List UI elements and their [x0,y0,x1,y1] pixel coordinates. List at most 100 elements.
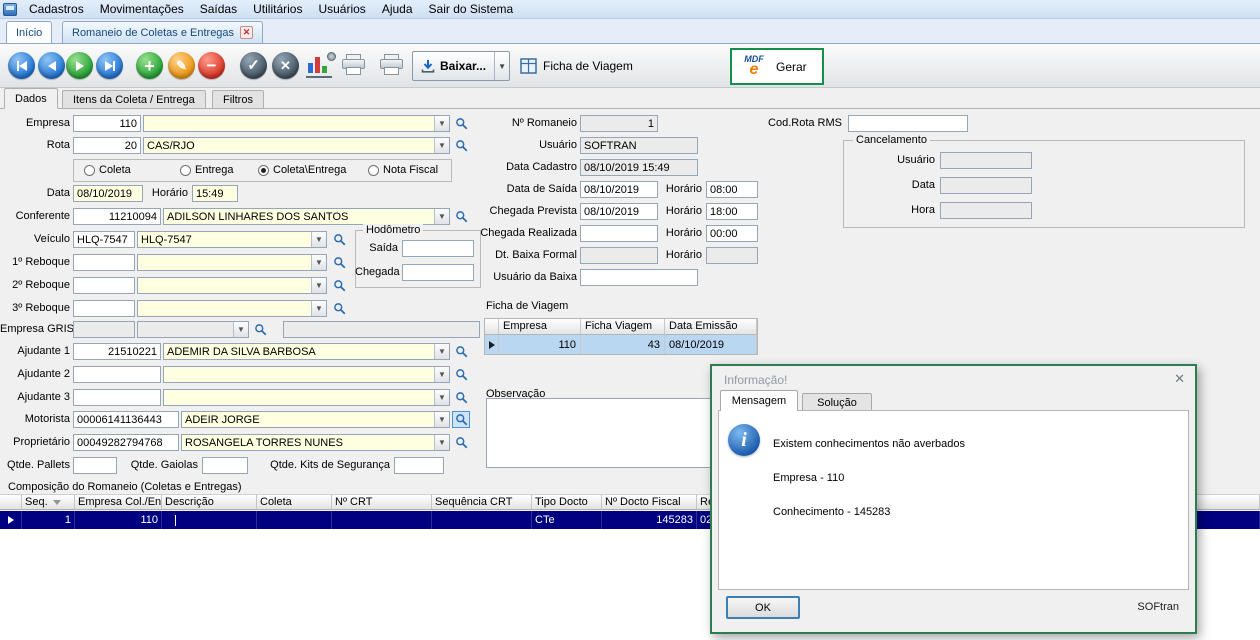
empresa-search-button[interactable] [452,115,470,132]
menu-movimentacoes[interactable]: Movimentações [92,0,192,18]
empresa-gris-code-field[interactable] [73,321,135,338]
menu-usuarios[interactable]: Usuários [310,0,373,18]
saida-horario-field[interactable]: 08:00 [706,181,758,198]
tab-dados[interactable]: Dados [4,88,58,109]
last-record-button[interactable] [96,52,123,79]
proprietario-search-button[interactable] [452,434,470,451]
menu-sair[interactable]: Sair do Sistema [421,0,522,18]
cancel-button[interactable]: ✕ [272,52,299,79]
reboque3-combo[interactable]: ▼ [137,300,327,317]
veiculo-combo[interactable]: HLQ-7547▼ [137,231,327,248]
data-field[interactable]: 08/10/2019 [73,185,143,202]
next-record-button[interactable] [66,52,93,79]
chevron-down-icon[interactable]: ▼ [434,344,449,359]
empresa-combo[interactable]: ▼ [143,115,450,132]
add-button[interactable]: + [136,52,163,79]
motorista-combo[interactable]: ADEIR JORGE▼ [181,411,450,428]
realizada-horario-field[interactable]: 00:00 [706,225,758,242]
ajudante2-search-button[interactable] [452,366,470,383]
empresa-code-field[interactable]: 110 [73,115,141,132]
chevron-down-icon[interactable]: ▼ [311,278,326,293]
chegada-realizada-field[interactable] [580,225,658,242]
menu-ajuda[interactable]: Ajuda [374,0,421,18]
ajudante1-combo[interactable]: ADEMIR DA SILVA BARBOSA▼ [163,343,450,360]
chevron-down-icon[interactable]: ▼ [311,232,326,247]
proprietario-code-field[interactable]: 00049282794768 [73,434,179,451]
chevron-down-icon[interactable]: ▼ [434,390,449,405]
reboque3-code-field[interactable] [73,300,135,317]
tab-filtros[interactable]: Filtros [212,90,264,109]
conferente-search-button[interactable] [452,208,470,225]
qtde-gaiolas-field[interactable] [202,457,248,474]
print-preview-button[interactable] [380,54,404,76]
tab-inicio[interactable]: Início [6,21,52,43]
tab-romaneio[interactable]: Romaneio de Coletas e Entregas ✕ [62,21,263,43]
data-saida-field[interactable]: 08/10/2019 [580,181,658,198]
chevron-down-icon[interactable]: ▼ [494,52,509,80]
veiculo-search-button[interactable] [330,231,348,248]
ajudante1-search-button[interactable] [452,343,470,360]
menu-utilitarios[interactable]: Utilitários [245,0,310,18]
menu-saidas[interactable]: Saídas [192,0,245,18]
qtde-pallets-field[interactable] [73,457,117,474]
ajudante3-combo[interactable]: ▼ [163,389,450,406]
hodometro-saida-field[interactable] [402,240,474,257]
ok-button[interactable]: OK [726,596,800,619]
ficha-viagem-row[interactable]: 110 43 08/10/2019 [485,335,757,354]
ficha-viagem-button[interactable]: Ficha de Viagem [514,53,639,79]
proprietario-combo[interactable]: ROSANGELA TORRES NUNES▼ [181,434,450,451]
delete-button[interactable]: − [198,52,225,79]
reboque3-search-button[interactable] [330,300,348,317]
chevron-down-icon[interactable]: ▼ [434,435,449,450]
radio-coleta-entrega[interactable]: Coleta\Entrega [258,164,346,176]
ficha-col-emissao[interactable]: Data Emissão [665,319,757,335]
first-record-button[interactable] [8,52,35,79]
grid-col-empresa[interactable]: Empresa Col./Ent. [75,495,162,509]
ajudante2-combo[interactable]: ▼ [163,366,450,383]
qtde-kits-field[interactable] [394,457,444,474]
confirm-button[interactable]: ✓ [240,52,267,79]
edit-button[interactable]: ✎ [168,52,195,79]
chevron-down-icon[interactable]: ▼ [434,116,449,131]
reboque1-search-button[interactable] [330,254,348,271]
baixar-split-button[interactable]: Baixar... ▼ [412,51,510,81]
chevron-down-icon[interactable]: ▼ [434,209,449,224]
ficha-col-ficha[interactable]: Ficha Viagem [581,319,665,335]
chevron-down-icon[interactable]: ▼ [233,322,248,337]
grid-col-seq-crt[interactable]: Sequência CRT [432,495,532,509]
radio-entrega[interactable]: Entrega [180,164,234,176]
motorista-code-field[interactable]: 00006141136443 [73,411,179,428]
gerar-mdfe-button[interactable]: MDF e Gerar [730,48,824,85]
reboque1-combo[interactable]: ▼ [137,254,327,271]
conferente-code-field[interactable]: 11210094 [73,208,161,225]
close-icon[interactable]: ✕ [1174,371,1185,387]
empresa-gris-combo[interactable]: ▼ [137,321,249,338]
filter-icon[interactable] [53,500,61,505]
chegada-prevista-field[interactable]: 08/10/2019 [580,203,658,220]
conferente-combo[interactable]: ADILSON LINHARES DOS SANTOS▼ [163,208,450,225]
prevista-horario-field[interactable]: 18:00 [706,203,758,220]
dialog-tab-solucao[interactable]: Solução [802,393,872,411]
close-tab-icon[interactable]: ✕ [240,26,253,39]
reboque1-code-field[interactable] [73,254,135,271]
empresa-gris-name-field[interactable] [283,321,480,338]
chevron-down-icon[interactable]: ▼ [434,367,449,382]
grid-col-seq[interactable]: Seq. [22,495,75,509]
ajudante3-search-button[interactable] [452,389,470,406]
chevron-down-icon[interactable]: ▼ [434,412,449,427]
cod-rota-rms-field[interactable] [848,115,968,132]
grid-col-coleta[interactable]: Coleta [257,495,332,509]
usuario-baixa-field[interactable] [580,269,698,286]
menu-cadastros[interactable]: Cadastros [21,0,92,18]
ficha-col-empresa[interactable]: Empresa [499,319,581,335]
ajudante3-code-field[interactable] [73,389,161,406]
chevron-down-icon[interactable]: ▼ [434,138,449,153]
motorista-search-button[interactable] [452,411,470,428]
radio-nota-fiscal[interactable]: Nota Fiscal [368,164,438,176]
empresa-gris-search-button[interactable] [251,321,269,338]
grid-col-crt[interactable]: Nº CRT [332,495,432,509]
chevron-down-icon[interactable]: ▼ [311,255,326,270]
reboque2-search-button[interactable] [330,277,348,294]
grid-col-tipo-docto[interactable]: Tipo Docto [532,495,602,509]
hodometro-chegada-field[interactable] [402,264,474,281]
